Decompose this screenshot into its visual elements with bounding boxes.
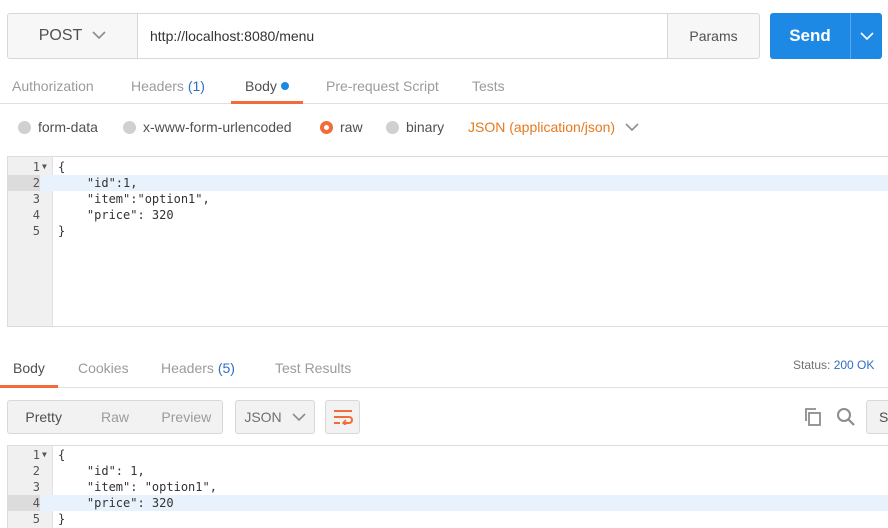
line-number: 4 (8, 495, 40, 511)
save-response-button[interactable]: Save (866, 400, 888, 434)
line-number: 3 (32, 192, 40, 206)
radio-off-icon (386, 120, 399, 134)
line-number: 3 (32, 480, 40, 494)
code-line: 5 } (8, 511, 888, 527)
tab-pre-request-script[interactable]: Pre-request Script (326, 70, 439, 104)
request-body-editor[interactable]: 1 ▼ { 2 "id":1, 3 "item":"option1", 4 "p… (7, 156, 888, 327)
code-text: } (58, 224, 66, 238)
radio-binary[interactable]: binary (386, 104, 444, 150)
tab-response-headers-label: Headers (161, 360, 214, 376)
send-button[interactable]: Send (770, 13, 850, 59)
request-url-bar: POST http://localhost:8080/menu Params (7, 13, 760, 59)
response-status: Status: 200 OK (793, 358, 874, 372)
code-text: "id": 1, (58, 464, 145, 478)
view-pretty-button[interactable]: Pretty (8, 401, 79, 433)
code-line: 3 "item": "option1", (8, 479, 888, 495)
modified-dot-icon (280, 82, 289, 90)
tab-body[interactable]: Body (231, 70, 303, 104)
status-label: Status: (793, 358, 831, 372)
code-text: { (58, 160, 66, 174)
status-value[interactable]: 200 OK (834, 358, 875, 372)
code-line: 1 ▼ { (8, 159, 888, 175)
send-options-button[interactable] (850, 13, 882, 59)
code-text: { (58, 448, 66, 462)
method-select[interactable]: POST (8, 14, 138, 58)
line-number: 2 (8, 175, 40, 191)
fold-arrow-icon[interactable]: ▼ (42, 159, 47, 175)
fold-arrow-icon[interactable]: ▼ (42, 447, 47, 463)
tab-tests[interactable]: Tests (472, 70, 505, 104)
tab-headers-label: Headers (131, 78, 184, 94)
tab-authorization[interactable]: Authorization (12, 70, 94, 104)
tab-headers[interactable]: Headers (1) (131, 70, 205, 104)
body-type-options: form-data x-www-form-urlencoded raw bina… (0, 104, 888, 150)
code-line: 3 "item":"option1", (8, 191, 888, 207)
chevron-down-icon (92, 27, 106, 45)
line-number: 5 (32, 512, 40, 526)
send-button-group: Send (770, 13, 882, 59)
response-body-viewer[interactable]: 1 ▼ { 2 "id": 1, 3 "item": "option1", 4 … (7, 445, 888, 528)
content-type-select[interactable]: JSON (application/json) (468, 104, 639, 150)
line-number: 1 (32, 448, 40, 462)
request-tabs: Authorization Headers (1) Body Pre-reque… (0, 70, 888, 104)
view-preview-button[interactable]: Preview (151, 401, 222, 433)
search-icon[interactable] (834, 405, 858, 429)
response-view-modes: Pretty Raw Preview (7, 400, 223, 434)
content-type-label: JSON (application/json) (468, 119, 616, 135)
code-line: 1 ▼ { (8, 447, 888, 463)
response-format-select[interactable]: JSON (235, 400, 315, 434)
code-line: 2 "id":1, (8, 175, 888, 191)
radio-urlencoded-label: x-www-form-urlencoded (143, 119, 292, 135)
headers-count: (1) (187, 78, 205, 94)
chevron-down-icon (292, 412, 306, 421)
params-button[interactable]: Params (667, 14, 759, 58)
response-headers-count: (5) (217, 360, 235, 376)
radio-raw[interactable]: raw (320, 104, 363, 150)
chevron-down-icon (625, 119, 639, 135)
response-format-label: JSON (244, 409, 282, 425)
url-input[interactable]: http://localhost:8080/menu (138, 14, 667, 58)
wrap-lines-button[interactable] (325, 400, 360, 434)
chevron-down-icon (859, 31, 874, 40)
tab-cookies[interactable]: Cookies (78, 350, 129, 388)
radio-form-data-label: form-data (38, 119, 98, 135)
tab-body-label: Body (245, 78, 277, 94)
code-text: "item": "option1", (58, 480, 217, 494)
radio-form-data[interactable]: form-data (18, 104, 98, 150)
radio-binary-label: binary (406, 119, 445, 135)
radio-off-icon (18, 120, 31, 134)
code-line: 4 "price": 320 (8, 207, 888, 223)
code-text: "price": 320 (58, 208, 174, 222)
view-raw-button[interactable]: Raw (79, 401, 150, 433)
radio-on-icon (320, 120, 333, 134)
code-text: "price": 320 (58, 496, 174, 510)
code-text: "id":1, (58, 176, 138, 190)
code-text: "item":"option1", (58, 192, 210, 206)
wrap-lines-icon (333, 410, 353, 425)
tab-test-results[interactable]: Test Results (275, 350, 351, 388)
tab-response-headers[interactable]: Headers (5) (161, 350, 235, 388)
method-label: POST (38, 27, 83, 44)
line-number: 4 (32, 208, 40, 222)
response-tabs: Body Cookies Headers (5) Test Results St… (0, 350, 888, 388)
line-number: 5 (32, 224, 40, 238)
radio-off-icon (123, 120, 136, 134)
code-text: } (58, 512, 66, 526)
radio-urlencoded[interactable]: x-www-form-urlencoded (123, 104, 292, 150)
copy-icon[interactable] (801, 405, 825, 429)
code-line: 2 "id": 1, (8, 463, 888, 479)
code-line: 4 "price": 320 (8, 495, 888, 511)
tab-response-body[interactable]: Body (0, 350, 58, 388)
radio-raw-label: raw (340, 119, 363, 135)
line-number: 2 (32, 464, 40, 478)
line-number: 1 (32, 160, 40, 174)
code-line: 5 } (8, 223, 888, 239)
